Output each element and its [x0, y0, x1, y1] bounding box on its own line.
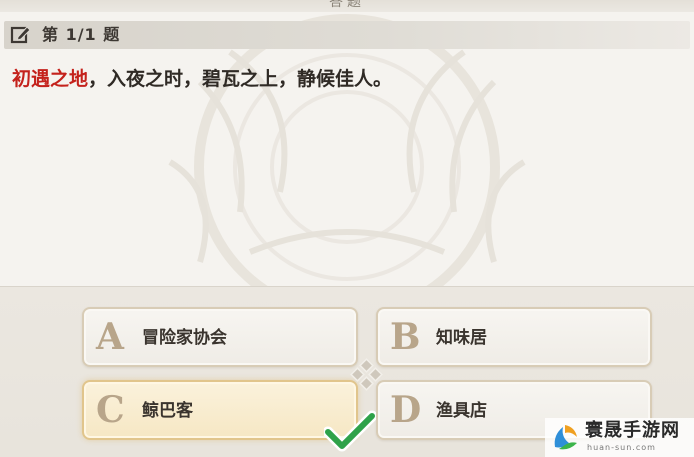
question-text: 初遇之地，入夜之时，碧瓦之上，静候佳人。 — [12, 66, 392, 92]
watermark-name: 寰晟手游网 — [585, 420, 680, 441]
option-label: 知味居 — [436, 328, 487, 348]
check-mark-icon — [324, 410, 376, 452]
option-b-button[interactable]: B 知味居 — [376, 307, 652, 367]
watermark-url: huan-sun.com — [587, 443, 656, 452]
option-label: 鲸巴客 — [142, 401, 193, 421]
option-c-button[interactable]: C 鲸巴客 — [82, 380, 358, 440]
question-number: 第 1/1 题 — [42, 25, 121, 44]
question-header: 第 1/1 题 — [4, 21, 690, 49]
background-emblem — [168, 14, 526, 286]
question-highlight: 初遇之地 — [12, 68, 89, 90]
title-bar: 答题 — [0, 0, 694, 12]
site-watermark: 寰晟手游网 huan-sun.com — [545, 418, 694, 457]
question-body: ，入夜之时，碧瓦之上，静候佳人。 — [88, 68, 393, 90]
site-logo-icon — [554, 425, 577, 450]
option-a-button[interactable]: A 冒险家协会 — [82, 307, 358, 367]
option-letter: D — [390, 389, 422, 431]
question-panel: 第 1/1 题 初遇之地，入夜之时，碧瓦之上，静候佳人。 — [0, 12, 694, 286]
option-label: 冒险家协会 — [142, 328, 227, 348]
diamond-ornament-icon — [350, 358, 383, 391]
edit-icon — [10, 26, 31, 44]
option-letter: B — [390, 316, 421, 358]
option-label: 渔具店 — [436, 401, 487, 421]
option-letter: C — [96, 389, 125, 431]
window-title: 答题 — [329, 0, 365, 10]
quiz-screen: 答题 第 1/1 题 初遇之地，入夜之时，碧瓦之上，静候佳人。 A 冒险家协会 … — [0, 0, 694, 457]
option-letter: A — [96, 316, 124, 358]
